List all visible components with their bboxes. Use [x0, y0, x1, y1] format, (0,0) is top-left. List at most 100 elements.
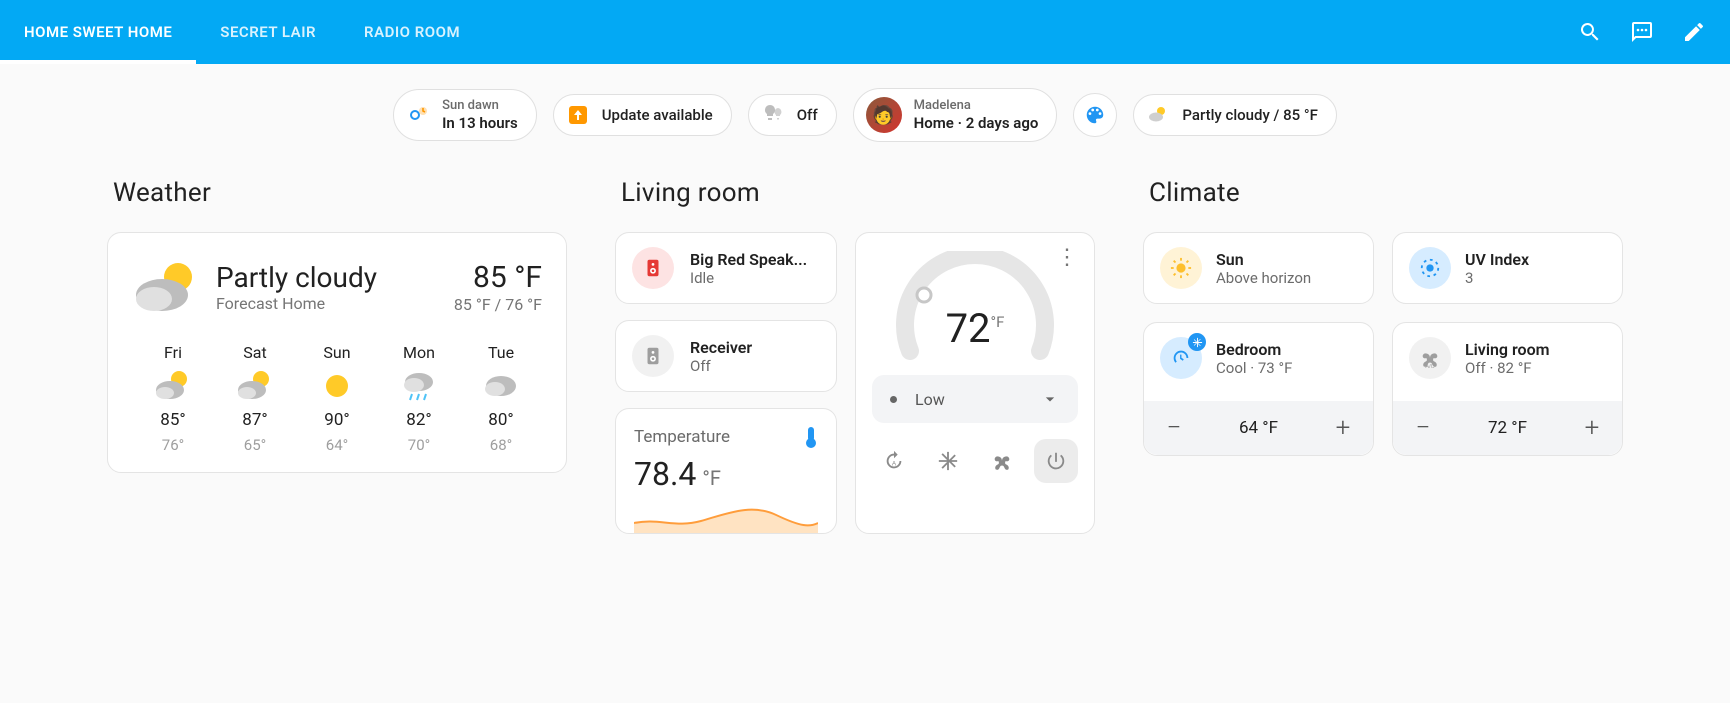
- living-climate-card[interactable]: A/C Living room Off · 82 °F − 72 °F +: [1392, 322, 1623, 456]
- forecast-low: 70°: [408, 436, 430, 454]
- chip-value: Home · 2 days ago: [914, 114, 1039, 132]
- snowflake-badge-icon: [1188, 333, 1206, 351]
- temperature-label: Temperature: [634, 427, 730, 447]
- forecast-day[interactable]: Sat 87° 65°: [214, 343, 296, 454]
- sun-icon: [1160, 247, 1202, 289]
- dashboard-columns: Weather Partly cloudy Forecast Home 85 °…: [0, 178, 1730, 574]
- app-header: HOME SWEET HOME SECRET LAIR RADIO ROOM: [0, 0, 1730, 64]
- lightbulb-group-icon: [761, 103, 785, 127]
- entity-state: Above horizon: [1216, 269, 1311, 287]
- section-title-living: Living room: [621, 178, 1095, 208]
- edit-icon[interactable]: [1682, 20, 1706, 44]
- forecast-day[interactable]: Sun90°64°: [296, 343, 378, 454]
- setpoint-value: 72 °F: [1488, 418, 1527, 438]
- entity-state: Off: [690, 357, 752, 375]
- decrease-button[interactable]: −: [1411, 415, 1435, 441]
- uv-icon: [1409, 247, 1451, 289]
- entity-name: Bedroom: [1216, 340, 1292, 359]
- forecast-day-name: Sun: [323, 343, 350, 362]
- forecast-low: 68°: [490, 436, 512, 454]
- thermometer-icon: [804, 425, 818, 449]
- chip-update[interactable]: Update available: [553, 94, 732, 136]
- tab-home[interactable]: HOME SWEET HOME: [0, 0, 196, 64]
- thermostat-card[interactable]: ⋮ 72°F Low A: [855, 232, 1095, 534]
- mode-fan-button[interactable]: [980, 439, 1024, 483]
- forecast-high: 87°: [242, 410, 267, 430]
- forecast-high: 80°: [488, 410, 513, 430]
- mode-cool-button[interactable]: [926, 439, 970, 483]
- chip-person[interactable]: 🧑 Madelena Home · 2 days ago: [853, 88, 1058, 142]
- speaker-icon: [632, 335, 674, 377]
- temperature-card[interactable]: Temperature 78.4°F: [615, 408, 837, 534]
- forecast-high: 85°: [160, 410, 185, 430]
- forecast-day-name: Fri: [164, 343, 182, 362]
- temperature-unit: °F: [702, 466, 721, 490]
- hvac-mode-row: A: [872, 439, 1078, 483]
- entity-name: Sun: [1216, 250, 1311, 269]
- chip-row: Sun dawn In 13 hours Update available Of…: [0, 64, 1730, 178]
- decrease-button[interactable]: −: [1162, 415, 1186, 441]
- forecast-day-name: Tue: [488, 343, 514, 362]
- chip-theme[interactable]: [1073, 93, 1117, 137]
- svg-text:A: A: [892, 461, 897, 468]
- avatar: 🧑: [866, 97, 902, 133]
- entity-state: Idle: [690, 269, 807, 287]
- header-actions: [1578, 20, 1706, 44]
- forecast-days: Fri 85° 76° Sat 87° 65° Sun90°64° Mon 82° 70° Tue 8…: [132, 343, 542, 454]
- increase-button[interactable]: +: [1331, 415, 1355, 441]
- forecast-day-icon: [317, 368, 357, 404]
- uv-card[interactable]: UV Index 3: [1392, 232, 1623, 304]
- weather-temperature: 85 °F: [454, 260, 542, 295]
- entity-state: 3: [1465, 269, 1529, 287]
- entity-name: Big Red Speak...: [690, 250, 807, 269]
- setpoint-value: 64 °F: [1239, 418, 1278, 438]
- forecast-day-name: Sat: [243, 343, 266, 362]
- forecast-low: 76°: [162, 436, 184, 454]
- thermostat-value: 72: [946, 305, 991, 352]
- increase-button[interactable]: +: [1580, 415, 1604, 441]
- chip-lights[interactable]: Off: [748, 94, 837, 136]
- chip-label: Madelena: [914, 98, 1039, 114]
- chat-icon[interactable]: [1630, 20, 1654, 44]
- receiver-card[interactable]: Receiver Off: [615, 320, 837, 392]
- sun-card[interactable]: Sun Above horizon: [1143, 232, 1374, 304]
- search-icon[interactable]: [1578, 20, 1602, 44]
- temperature-sparkline: [634, 493, 818, 533]
- living-room-column: Living room Big Red Speak... Idle: [615, 178, 1095, 534]
- mode-off-button[interactable]: [1034, 439, 1078, 483]
- entity-name: UV Index: [1465, 250, 1529, 269]
- speaker-card[interactable]: Big Red Speak... Idle: [615, 232, 837, 304]
- forecast-day[interactable]: Fri 85° 76°: [132, 343, 214, 454]
- section-title-climate: Climate: [1149, 178, 1623, 208]
- forecast-day-name: Mon: [403, 343, 435, 362]
- speaker-icon: [632, 247, 674, 289]
- chip-label: Sun dawn: [442, 98, 518, 114]
- fan-mode-select[interactable]: Low: [872, 375, 1078, 423]
- entity-state: Off · 82 °F: [1465, 359, 1550, 377]
- weather-card[interactable]: Partly cloudy Forecast Home 85 °F 85 °F …: [107, 232, 567, 473]
- chip-value: Partly cloudy / 85 °F: [1182, 106, 1318, 124]
- forecast-day[interactable]: Mon 82° 70°: [378, 343, 460, 454]
- mode-auto-button[interactable]: A: [872, 439, 916, 483]
- forecast-day-icon: [153, 368, 193, 404]
- gauge-icon: [1160, 337, 1202, 379]
- chip-weather[interactable]: Partly cloudy / 85 °F: [1133, 94, 1337, 136]
- forecast-low: 64°: [326, 436, 348, 454]
- fan-mode-value: Low: [915, 390, 945, 409]
- forecast-low: 65°: [244, 436, 266, 454]
- climate-column: Climate Sun Above horizon UV Index 3: [1143, 178, 1623, 534]
- chip-value: In 13 hours: [442, 114, 518, 132]
- partly-cloudy-icon: [132, 257, 202, 317]
- tab-radio-room[interactable]: RADIO ROOM: [340, 0, 484, 64]
- forecast-day[interactable]: Tue 80° 68°: [460, 343, 542, 454]
- thermostat-dial[interactable]: 72°F: [890, 251, 1060, 361]
- entity-name: Receiver: [690, 338, 752, 357]
- update-icon: [566, 103, 590, 127]
- forecast-high: 82°: [406, 410, 431, 430]
- ac-icon: A/C: [1409, 337, 1451, 379]
- bedroom-climate-card[interactable]: Bedroom Cool · 73 °F − 64 °F +: [1143, 322, 1374, 456]
- forecast-day-icon: [399, 368, 439, 404]
- chip-sun-dawn[interactable]: Sun dawn In 13 hours: [393, 89, 537, 141]
- chip-value: Update available: [602, 106, 713, 124]
- tab-secret-lair[interactable]: SECRET LAIR: [196, 0, 340, 64]
